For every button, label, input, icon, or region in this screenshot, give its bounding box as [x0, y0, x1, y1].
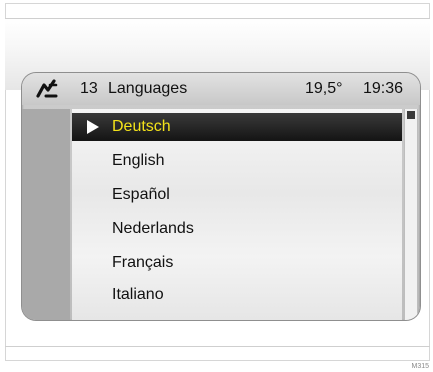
language-item-italiano[interactable]: Italiano — [72, 281, 402, 309]
language-list: Deutsch English Español Nederlands Franç… — [72, 109, 402, 320]
selection-arrow-icon — [87, 120, 99, 134]
language-item-english[interactable]: English — [72, 147, 402, 175]
menu-symbol-icon — [36, 79, 58, 98]
temperature-readout: 19,5° — [305, 80, 343, 97]
clock-readout: 19:36 — [363, 80, 404, 97]
left-gutter — [22, 109, 70, 320]
scrollbar-thumb[interactable] — [407, 111, 415, 119]
language-item-nederlands[interactable]: Nederlands — [72, 215, 402, 243]
scrollbar[interactable] — [404, 109, 418, 320]
language-label: English — [112, 152, 165, 169]
display-screen: 13 Languages 19,5° 19:36 Deutsch English… — [22, 73, 420, 320]
language-label: Deutsch — [112, 118, 171, 135]
figure-bottom-line — [5, 346, 430, 347]
language-label: Français — [112, 254, 174, 271]
menu-title: Languages — [108, 80, 188, 97]
figure-reference-code: M315 — [411, 363, 429, 370]
status-bar: 13 Languages 19,5° 19:36 — [22, 73, 420, 105]
language-item-deutsch[interactable]: Deutsch — [72, 113, 402, 141]
language-label: Nederlands — [112, 220, 194, 237]
language-item-espanol[interactable]: Español — [72, 181, 402, 209]
language-label: Italiano — [112, 286, 164, 303]
language-label: Español — [112, 186, 170, 203]
language-item-francais[interactable]: Français — [72, 249, 402, 277]
bezel-top-edge — [5, 18, 430, 19]
menu-number: 13 — [80, 80, 98, 97]
